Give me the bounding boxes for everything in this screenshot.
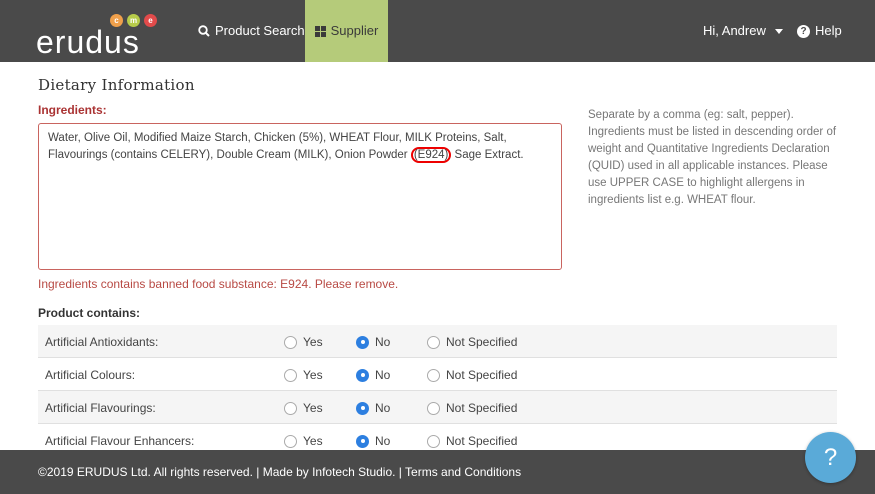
nav-help-label: Help: [815, 23, 842, 38]
footer: ©2019 ERUDUS Ltd. All rights reserved. |…: [0, 450, 875, 494]
radio-circle[interactable]: [284, 434, 297, 448]
row-label: Artificial Antioxidants:: [45, 335, 159, 349]
radio-yes-label: Yes: [303, 368, 323, 382]
caret-down-icon: [774, 28, 783, 34]
radio-not-specified-label: Not Specified: [446, 368, 518, 382]
radio-yes-label: Yes: [303, 401, 323, 415]
table-row: Artificial Antioxidants: Yes No Not Spec…: [38, 325, 837, 358]
ingredients-label: Ingredients:: [38, 103, 107, 117]
radio-circle[interactable]: [284, 368, 297, 382]
ingredients-text-after: Sage Extract.: [451, 149, 524, 161]
radio-no-label: No: [375, 335, 391, 349]
radio-not-specified-label: Not Specified: [446, 434, 518, 448]
footer-text: ©2019 ERUDUS Ltd. All rights reserved. |…: [38, 465, 522, 479]
logo-dot-e: e: [144, 14, 157, 27]
radio-no-label: No: [375, 368, 391, 382]
radio-yes-label: Yes: [303, 434, 323, 448]
radio-not-specified-label: Not Specified: [446, 335, 518, 349]
nav-supplier-label: Supplier: [330, 23, 379, 38]
logo-dot-m: m: [127, 14, 140, 27]
radio-no[interactable]: No: [356, 368, 390, 382]
radio-yes[interactable]: Yes: [284, 434, 323, 448]
row-label: Artificial Colours:: [45, 368, 136, 382]
radio-circle-selected[interactable]: [356, 368, 369, 382]
radio-circle-selected[interactable]: [356, 434, 369, 448]
grid-icon: [314, 25, 326, 37]
ingredients-error-message: Ingredients contains banned food substan…: [38, 277, 399, 291]
radio-circle-selected[interactable]: [356, 401, 369, 415]
nav-product-search-label: Product Search: [215, 23, 305, 38]
banned-substance-highlight: (E924): [410, 147, 452, 163]
erudus-logo[interactable]: erudus c m e: [36, 10, 166, 60]
user-greeting: Hi, Andrew: [703, 23, 766, 38]
table-row: Artificial Colours: Yes No Not Specified: [38, 358, 837, 391]
question-circle-icon: ?: [797, 24, 810, 38]
help-fab-button[interactable]: ?: [805, 432, 856, 483]
radio-circle[interactable]: [427, 401, 440, 415]
radio-circle[interactable]: [427, 335, 440, 349]
logo-text: erudus: [36, 24, 140, 60]
radio-yes[interactable]: Yes: [284, 335, 323, 349]
nav-help[interactable]: ? Help: [797, 0, 842, 62]
table-row: Artificial Flavourings: Yes No Not Speci…: [38, 391, 837, 424]
radio-circle-selected[interactable]: [356, 335, 369, 349]
page-title: Dietary Information: [38, 76, 195, 94]
product-contains-table: Artificial Antioxidants: Yes No Not Spec…: [38, 325, 837, 457]
radio-circle[interactable]: [427, 368, 440, 382]
radio-yes-label: Yes: [303, 335, 323, 349]
top-navbar: erudus c m e Product Search Supplier Hi,…: [0, 0, 875, 62]
user-menu[interactable]: Hi, Andrew: [703, 0, 783, 62]
nav-supplier[interactable]: Supplier: [305, 0, 388, 62]
logo-dot-c: c: [110, 14, 123, 27]
radio-no[interactable]: No: [356, 335, 390, 349]
search-icon: [198, 25, 210, 37]
radio-not-specified[interactable]: Not Specified: [427, 401, 517, 415]
radio-not-specified[interactable]: Not Specified: [427, 434, 517, 448]
radio-yes[interactable]: Yes: [284, 401, 323, 415]
radio-no[interactable]: No: [356, 434, 390, 448]
radio-yes[interactable]: Yes: [284, 368, 323, 382]
radio-no-label: No: [375, 401, 391, 415]
product-contains-label: Product contains:: [38, 306, 141, 320]
nav-product-search[interactable]: Product Search: [198, 0, 305, 62]
ingredients-textarea[interactable]: Water, Olive Oil, Modified Maize Starch,…: [38, 123, 562, 270]
radio-no-label: No: [375, 434, 391, 448]
radio-not-specified[interactable]: Not Specified: [427, 368, 517, 382]
row-label: Artificial Flavourings:: [45, 401, 156, 415]
radio-circle[interactable]: [284, 401, 297, 415]
radio-no[interactable]: No: [356, 401, 390, 415]
radio-circle[interactable]: [284, 335, 297, 349]
radio-not-specified-label: Not Specified: [446, 401, 518, 415]
ingredients-help-text: Separate by a comma (eg: salt, pepper). …: [588, 109, 837, 206]
radio-not-specified[interactable]: Not Specified: [427, 335, 517, 349]
radio-circle[interactable]: [427, 434, 440, 448]
row-label: Artificial Flavour Enhancers:: [45, 434, 195, 448]
